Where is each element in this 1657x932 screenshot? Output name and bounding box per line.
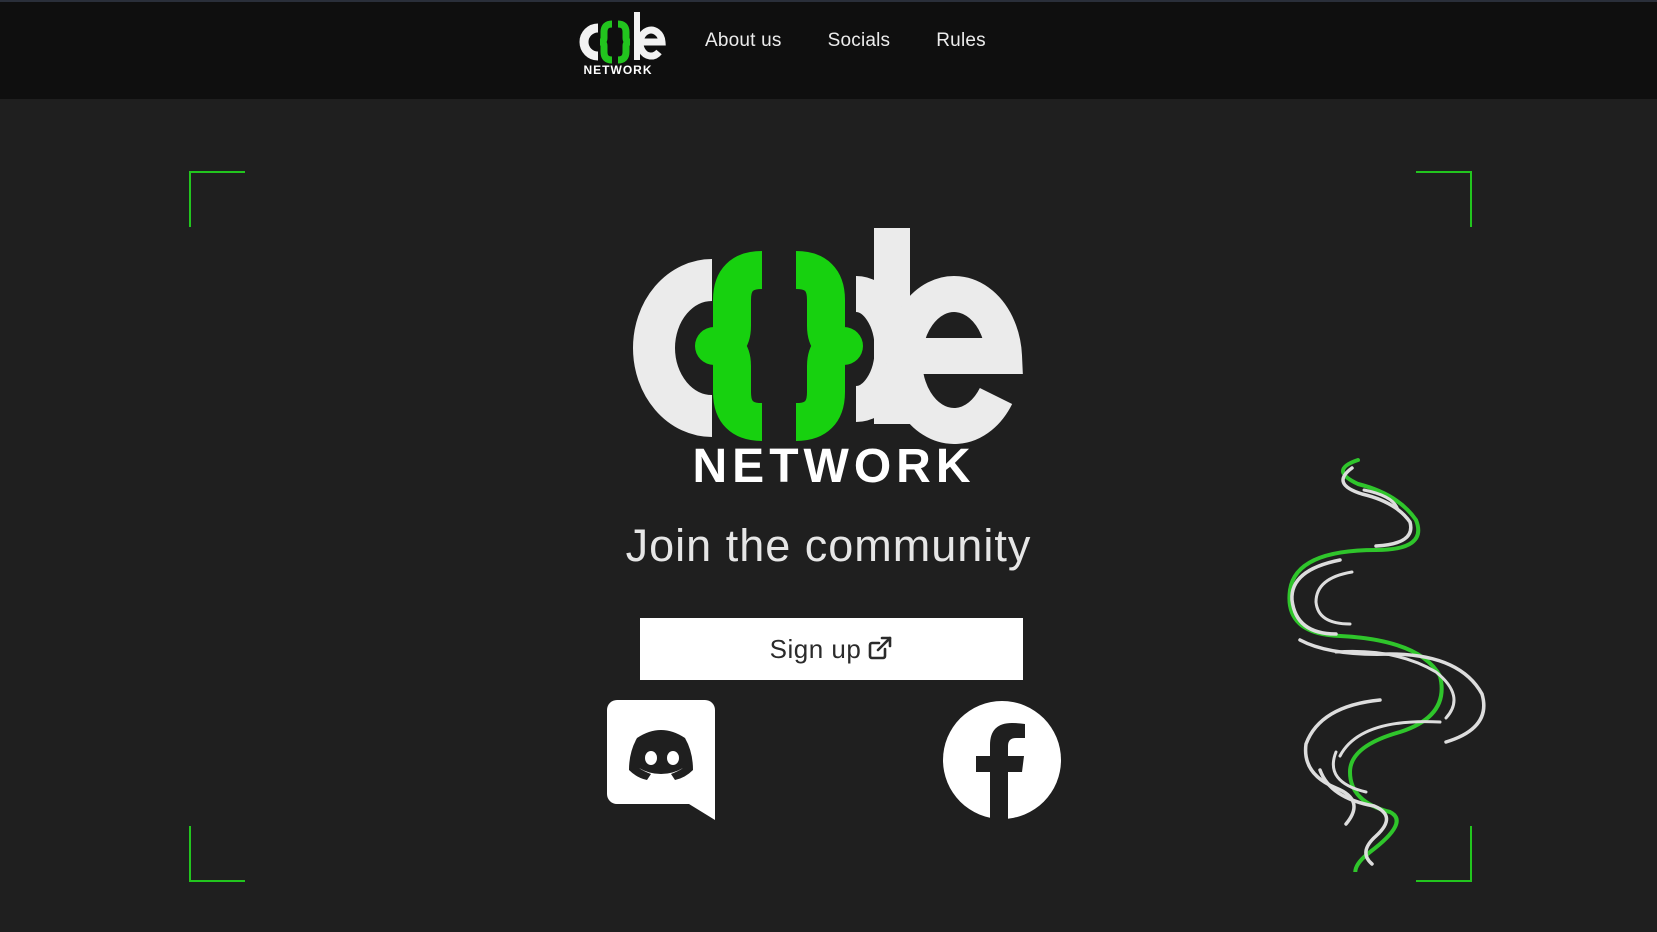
hero-logo: NETWORK [620, 224, 1040, 494]
facebook-link[interactable] [942, 700, 1062, 820]
hero-logo-sub: NETWORK [693, 440, 976, 493]
snake-illustration [1280, 452, 1520, 886]
external-link-icon [867, 635, 893, 664]
navbar: NETWORK About us Socials Rules [0, 0, 1657, 99]
nav-link-rules[interactable]: Rules [936, 30, 986, 52]
signup-button[interactable]: Sign up [640, 618, 1023, 680]
nav-logo[interactable]: NETWORK [568, 8, 668, 77]
facebook-icon [942, 701, 1062, 824]
frame-corner-bottom-left [189, 826, 245, 882]
frame-corner-top-right [1416, 171, 1472, 227]
nav-links: About us Socials Rules [705, 30, 986, 52]
frame-corner-top-left [189, 171, 245, 227]
discord-link[interactable] [607, 700, 717, 820]
nav-logo-sub: NETWORK [584, 63, 653, 76]
discord-icon [607, 700, 717, 824]
signup-label: Sign up [769, 633, 862, 664]
nav-link-about[interactable]: About us [705, 30, 782, 52]
nav-link-socials[interactable]: Socials [828, 30, 891, 52]
